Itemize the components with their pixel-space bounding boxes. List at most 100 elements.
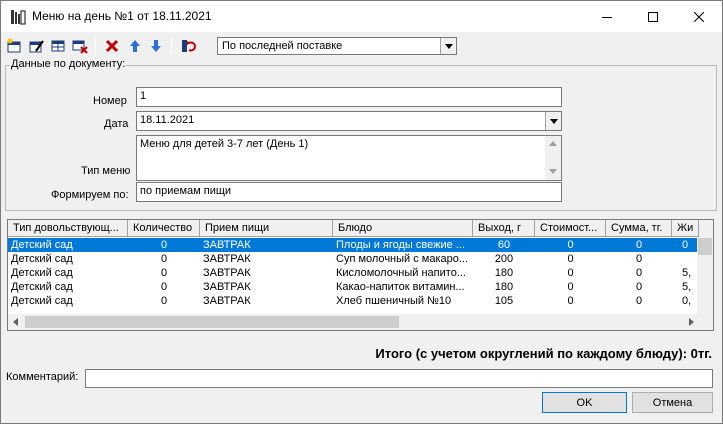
maximize-button[interactable]	[630, 1, 676, 32]
scroll-thumb[interactable]	[698, 238, 712, 255]
delete-record-button[interactable]	[70, 36, 90, 56]
table-cell: Детский сад	[11, 281, 73, 293]
table-cell: 0	[567, 267, 574, 279]
scroll-thumb[interactable]	[25, 316, 399, 328]
table-cell: 0	[160, 267, 168, 279]
scroll-left-icon	[13, 318, 18, 326]
toolbar-separator	[95, 37, 96, 55]
edit-record-button[interactable]	[26, 36, 46, 56]
table-cell: 0	[635, 253, 643, 265]
grid-header: Тип довольствующ... Количество Прием пищ…	[8, 220, 713, 237]
view-records-button[interactable]	[48, 36, 68, 56]
table-row[interactable]: Детский сад 0 ЗАВТРАК Какао-напиток вита…	[8, 280, 699, 294]
table-cell: 0	[567, 281, 574, 293]
move-up-button[interactable]	[125, 36, 145, 56]
table-cell: ЗАВТРАК	[203, 253, 251, 265]
column-header[interactable]: Стоимост...	[535, 220, 606, 237]
edit-record-icon	[29, 40, 44, 53]
arrow-up-icon	[130, 40, 140, 52]
date-label: Дата	[104, 118, 129, 130]
table-cell: 105	[494, 295, 514, 307]
column-header[interactable]: Жи	[672, 220, 699, 237]
column-header[interactable]: Выход, г	[473, 220, 535, 237]
table-cell: 0	[160, 295, 168, 307]
menu-type-memo[interactable]: Меню для детей 3-7 лет (День 1)	[136, 135, 562, 181]
table-cell: 0	[635, 295, 643, 307]
document-group-title: Данные по документу:	[10, 58, 127, 70]
table-cell: 180	[494, 267, 514, 279]
comment-input[interactable]	[85, 369, 713, 388]
delete-button[interactable]	[102, 36, 122, 56]
table-cell: Какао-напиток витамин...	[336, 281, 465, 293]
comment-label: Комментарий:	[6, 371, 79, 383]
form-by-field[interactable]: по приемам пищи	[136, 182, 562, 202]
ok-button[interactable]: OK	[542, 392, 627, 413]
close-button[interactable]	[676, 1, 722, 32]
window-title: Меню на день №1 от 18.11.2021	[32, 9, 212, 23]
table-cell: 0	[635, 239, 643, 251]
add-record-button[interactable]	[4, 36, 24, 56]
table-cell: 0	[682, 239, 689, 251]
scroll-up-icon	[549, 141, 557, 146]
arrow-down-icon	[151, 40, 161, 52]
delete-table-icon	[72, 40, 88, 54]
table-cell: 0	[567, 239, 574, 251]
table-cell: Хлеб пшеничный №10	[336, 295, 452, 307]
menu-type-label: Тип меню	[81, 165, 131, 177]
column-header[interactable]: Прием пищи	[200, 220, 333, 237]
table-cell	[672, 252, 699, 266]
table-cell: 60	[497, 239, 511, 251]
table-icon	[51, 40, 65, 52]
table-row[interactable]: Детский сад 0 ЗАВТРАК Суп молочный с мак…	[8, 252, 699, 266]
move-down-button[interactable]	[146, 36, 166, 56]
table-cell: ЗАВТРАК	[203, 281, 251, 293]
table-cell: Детский сад	[11, 267, 73, 279]
column-header[interactable]: Сумма, тг.	[606, 220, 672, 237]
table-cell: Детский сад	[11, 253, 73, 265]
chevron-down-icon[interactable]	[440, 38, 456, 54]
table-cell: ЗАВТРАК	[203, 295, 251, 307]
table-cell: Кисломолочный напито...	[336, 267, 466, 279]
number-field[interactable]: 1	[136, 87, 562, 107]
table-cell: 0,	[682, 295, 692, 307]
table-cell: Плоды и ягоды свежие ...	[336, 239, 465, 251]
date-value: 18.11.2021	[140, 114, 195, 126]
table-cell: 0	[635, 281, 643, 293]
table-cell: 200	[494, 253, 514, 265]
add-record-icon	[7, 38, 21, 53]
toolbar-separator	[171, 37, 172, 55]
memo-scrollbar[interactable]	[545, 136, 561, 180]
app-icon	[10, 9, 26, 25]
refresh-icon	[182, 40, 196, 52]
column-header[interactable]: Количество	[128, 220, 200, 237]
total-label: Итого (с учетом округлений по каждому бл…	[375, 346, 712, 361]
dialog-window: Меню на день №1 от 18.11.2021 По последн…	[0, 0, 723, 424]
grid-vertical-scrollbar[interactable]	[697, 237, 713, 315]
toolbar: По последней поставке	[1, 34, 722, 58]
number-label: Номер	[93, 95, 127, 107]
table-cell: 0	[567, 253, 574, 265]
table-cell: 180	[494, 281, 514, 293]
scroll-corner	[697, 314, 713, 330]
grid-horizontal-scrollbar[interactable]	[8, 314, 699, 330]
cancel-button[interactable]: Отмена	[632, 392, 713, 413]
table-cell: Детский сад	[11, 295, 73, 307]
table-cell: Детский сад	[11, 239, 73, 251]
table-row[interactable]: Детский сад 0 ЗАВТРАК Хлеб пшеничный №10…	[8, 294, 699, 308]
minimize-button[interactable]	[584, 1, 630, 32]
refresh-button[interactable]	[179, 36, 199, 56]
price-source-value: По последней поставке	[222, 40, 343, 52]
chevron-down-icon[interactable]	[545, 112, 561, 130]
menu-items-grid[interactable]: Тип довольствующ... Количество Прием пищ…	[7, 219, 714, 331]
table-row[interactable]: Детский сад 0 ЗАВТРАК Кисломолочный напи…	[8, 266, 699, 280]
menu-type-value: Меню для детей 3-7 лет (День 1)	[140, 138, 309, 150]
table-cell: 0	[160, 253, 168, 265]
column-header[interactable]: Блюдо	[333, 220, 473, 237]
column-header[interactable]: Тип довольствующ...	[8, 220, 128, 237]
scroll-right-icon	[689, 318, 694, 326]
table-cell: 0	[160, 281, 168, 293]
price-source-combo[interactable]: По последней поставке	[217, 37, 457, 55]
date-field[interactable]: 18.11.2021	[136, 111, 562, 131]
table-row[interactable]: Детский сад 0 ЗАВТРАК Плоды и ягоды свеж…	[8, 238, 699, 252]
table-cell: 0	[160, 239, 168, 251]
